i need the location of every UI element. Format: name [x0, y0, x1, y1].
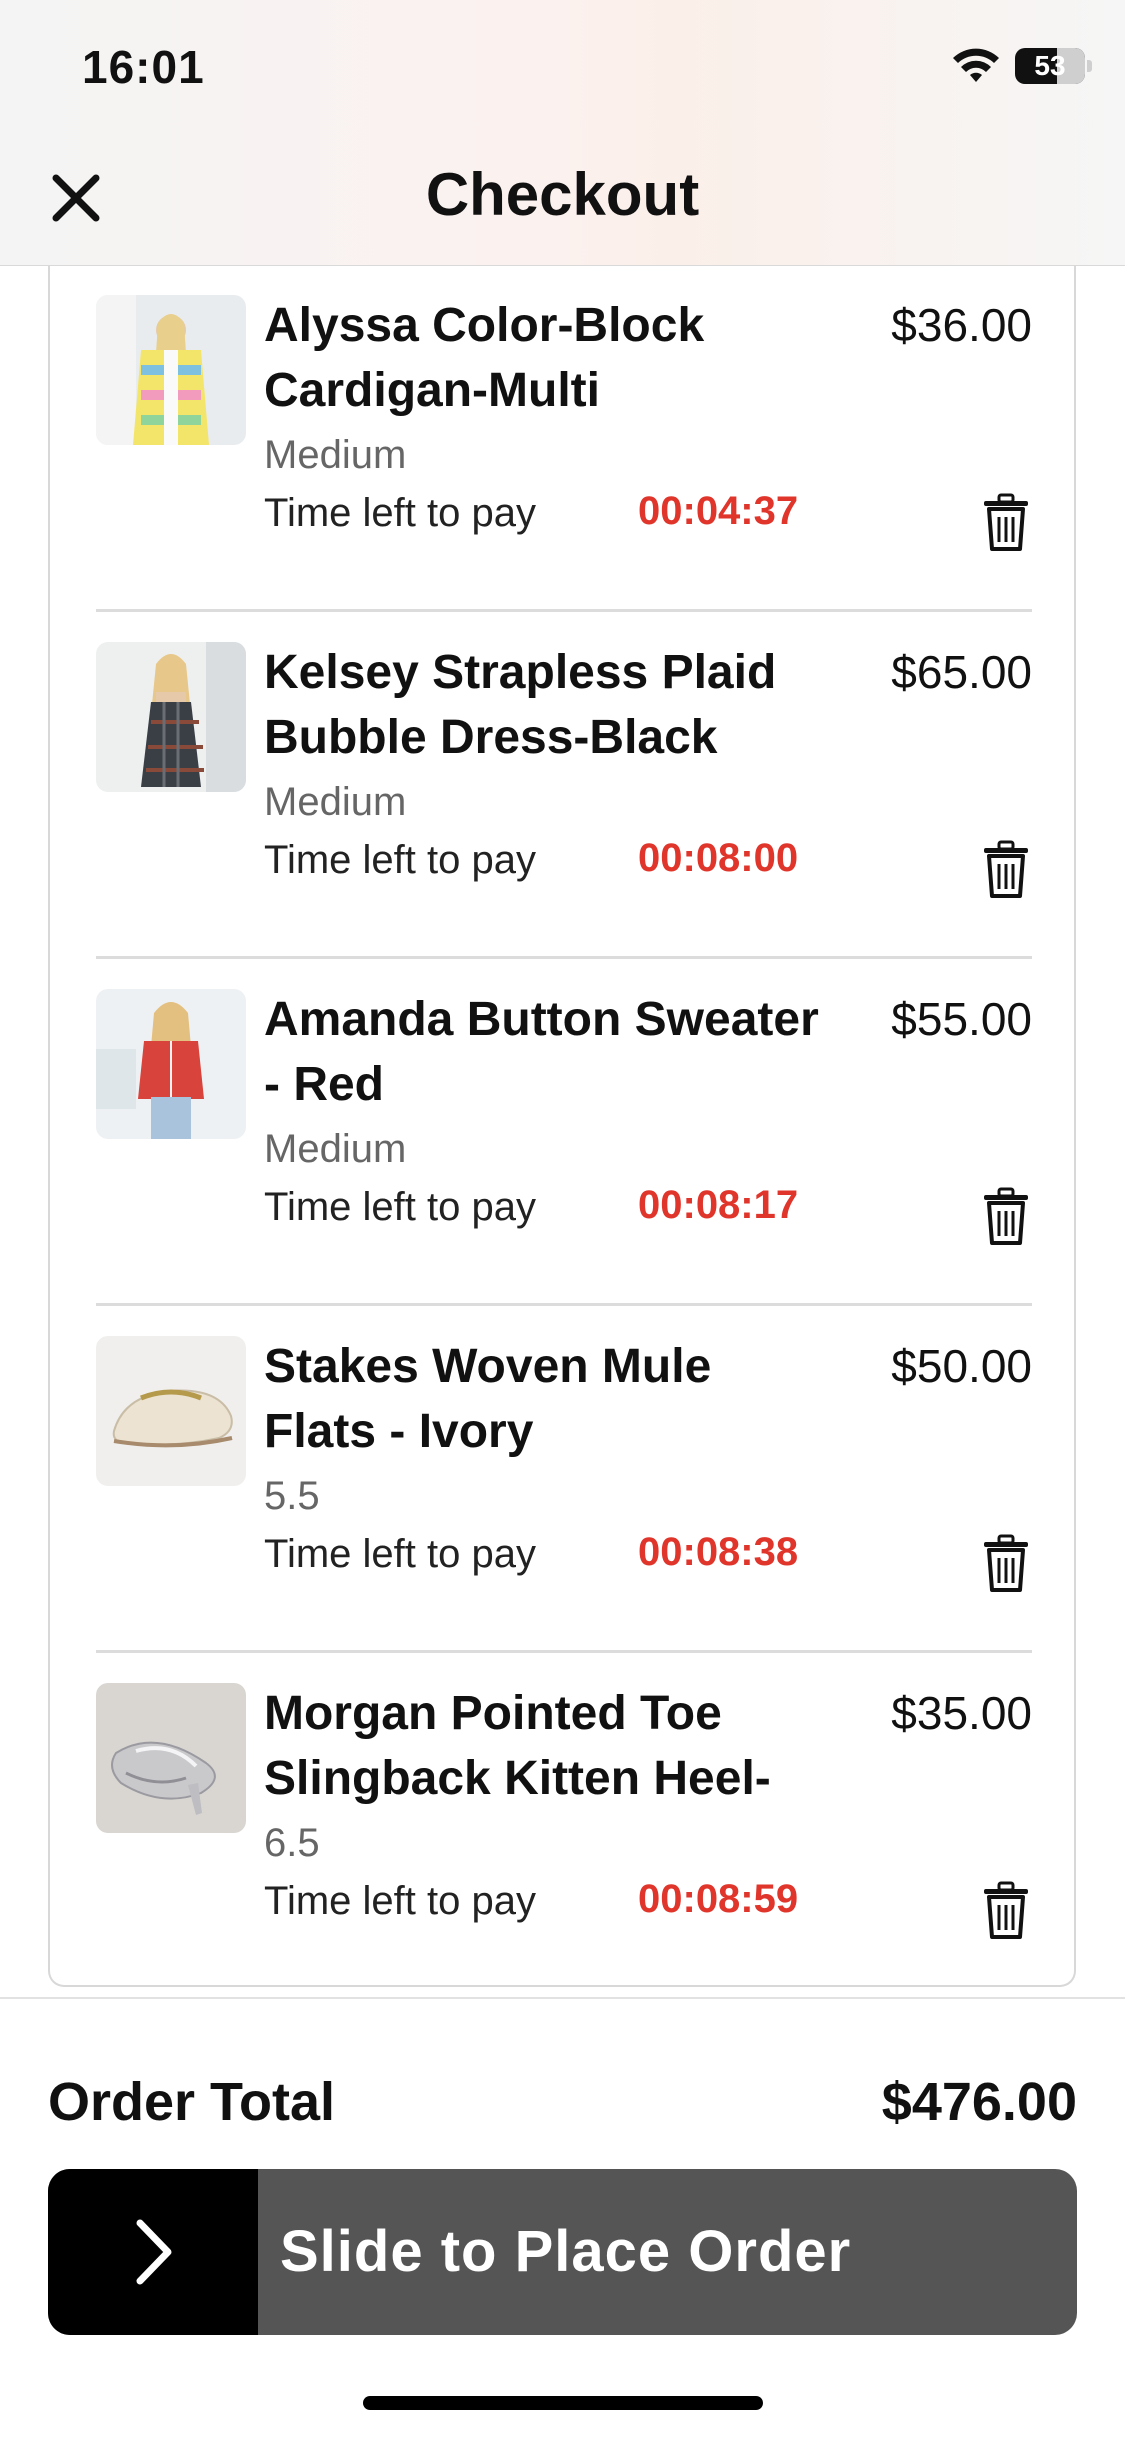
time-left-value: 00:08:38 [638, 1530, 799, 1574]
trash-icon[interactable] [980, 1534, 1032, 1594]
time-left-value: 00:04:37 [638, 489, 799, 533]
product-variant: Medium [264, 433, 407, 477]
product-image [96, 295, 246, 445]
battery-icon: 53 [1015, 48, 1092, 84]
product-variant: 5.5 [264, 1474, 320, 1518]
time-left-label: Time left to pay [264, 491, 536, 535]
top-bar: 16:01 53 Checkout [0, 0, 1125, 266]
trash-icon[interactable] [980, 493, 1032, 553]
order-total-value: $476.00 [881, 2072, 1077, 2132]
slider-label: Slide to Place Order [280, 2219, 852, 2284]
slider-handle[interactable] [48, 2169, 258, 2335]
trash-icon[interactable] [980, 840, 1032, 900]
wifi-icon [953, 48, 999, 82]
product-price: $55.00 [891, 993, 1032, 1045]
product-image [96, 1336, 246, 1486]
slide-to-place-order[interactable]: Slide to Place Order [48, 2169, 1077, 2335]
product-price: $35.00 [891, 1687, 1032, 1739]
product-name[interactable]: Stakes Woven Mule Flats - Ivory [264, 1334, 824, 1464]
time-left-value: 00:08:17 [638, 1183, 799, 1227]
product-price: $50.00 [891, 1340, 1032, 1392]
time-left-label: Time left to pay [264, 1532, 536, 1576]
cart-item: Stakes Woven Mule Flats - Ivory $50.00 5… [96, 1306, 1032, 1653]
time-left-label: Time left to pay [264, 1185, 536, 1229]
product-variant: Medium [264, 1127, 407, 1171]
order-total-label: Order Total [48, 2072, 336, 2132]
cart-item: Kelsey Strapless Plaid Bubble Dress-Blac… [96, 612, 1032, 959]
product-name[interactable]: Alyssa Color-Block Cardigan-Multi [264, 293, 824, 423]
trash-icon[interactable] [980, 1187, 1032, 1247]
home-indicator[interactable] [363, 2396, 763, 2410]
cart-item: Alyssa Color-Block Cardigan-Multi $36.00… [96, 265, 1032, 612]
cart-item: Morgan Pointed Toe Slingback Kitten Heel… [96, 1653, 1032, 2000]
product-name[interactable]: Kelsey Strapless Plaid Bubble Dress-Blac… [264, 640, 824, 770]
chevron-right-icon [136, 2219, 172, 2285]
product-image [96, 1683, 246, 1833]
status-indicators: 53 [951, 46, 1092, 86]
cart-list: Alyssa Color-Block Cardigan-Multi $36.00… [48, 265, 1076, 1987]
trash-icon[interactable] [980, 1881, 1032, 1941]
battery-level: 53 [1034, 50, 1066, 81]
page-title: Checkout [425, 161, 700, 228]
product-price: $65.00 [891, 646, 1032, 698]
time-left-value: 00:08:00 [638, 836, 799, 880]
checkout-footer: Order Total $476.00 Slide to Place Order [0, 1997, 1125, 2438]
status-time: 16:01 [82, 41, 205, 93]
product-name[interactable]: Amanda Button Sweater - Red [264, 987, 824, 1117]
time-left-label: Time left to pay [264, 1879, 536, 1923]
cart-item: Amanda Button Sweater - Red $55.00 Mediu… [96, 959, 1032, 1306]
product-price: $36.00 [891, 299, 1032, 351]
product-name[interactable]: Morgan Pointed Toe Slingback Kitten Heel… [264, 1681, 824, 1811]
time-left-label: Time left to pay [264, 838, 536, 882]
product-image [96, 642, 246, 792]
product-image [96, 989, 246, 1139]
product-variant: 6.5 [264, 1821, 320, 1865]
time-left-value: 00:08:59 [638, 1877, 799, 1921]
product-variant: Medium [264, 780, 407, 824]
